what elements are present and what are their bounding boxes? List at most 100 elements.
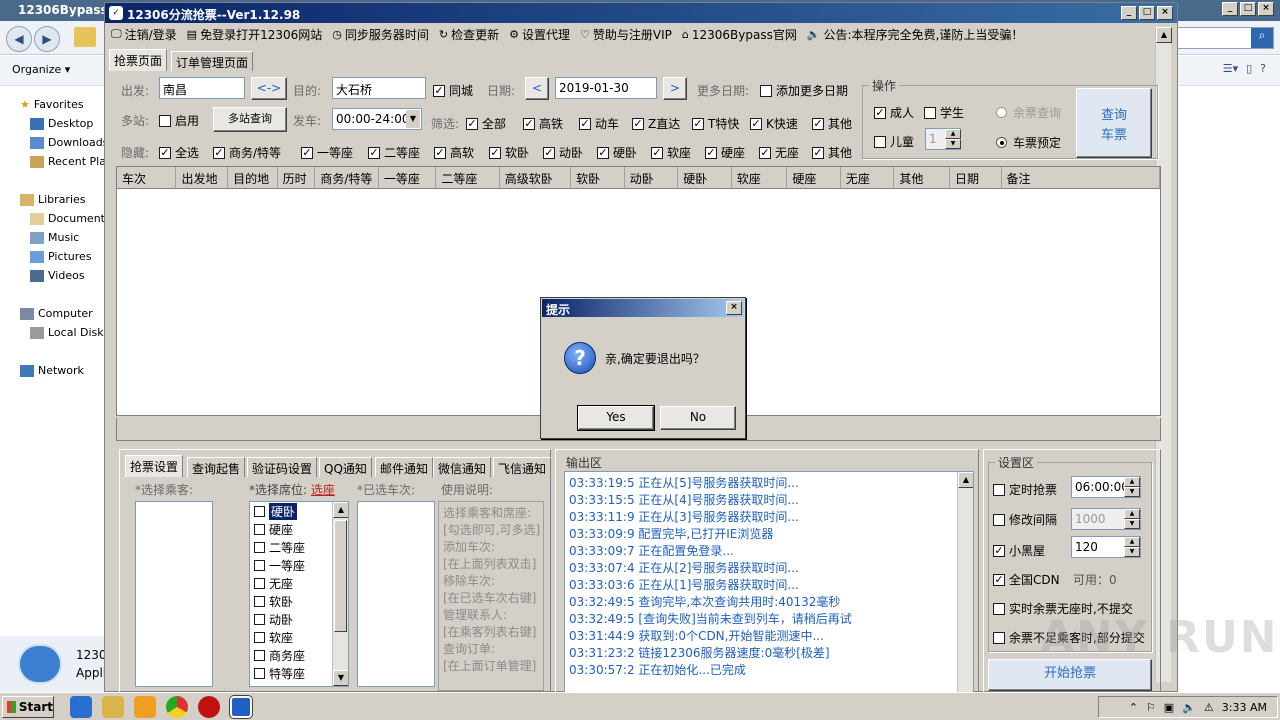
interval-checkbox[interactable]: 修改间隔 bbox=[993, 511, 1057, 528]
sidebar-item-favorites[interactable]: Favorites bbox=[34, 98, 84, 111]
checkbox-icon[interactable] bbox=[254, 613, 265, 625]
hide-business[interactable]: ✓ 商务/特等 bbox=[213, 144, 281, 161]
selected-trains-list[interactable] bbox=[357, 501, 435, 687]
spin-down-icon[interactable]: ▼ bbox=[1124, 547, 1140, 557]
back-icon[interactable]: ◀ bbox=[6, 26, 32, 52]
minimize-button[interactable]: _ bbox=[1121, 6, 1137, 20]
spin-up-icon[interactable]: ▲ bbox=[1124, 477, 1140, 487]
column-header[interactable]: 出发地 bbox=[176, 167, 229, 189]
column-header[interactable]: 软卧 bbox=[571, 167, 625, 189]
hide-yingwo[interactable]: ✓ 硬卧 bbox=[597, 144, 637, 161]
menu-notice[interactable]: 🔈 公告:本程序完全免费,谨防上当受骗！ bbox=[807, 26, 1024, 43]
flag-icon[interactable]: ⚐ bbox=[1146, 701, 1156, 714]
dialog-close-button[interactable]: × bbox=[726, 301, 742, 315]
column-header[interactable]: 硬座 bbox=[787, 167, 841, 189]
security-icon[interactable]: ⚠ bbox=[1204, 701, 1214, 714]
search-icon[interactable]: ⌕ bbox=[1251, 28, 1273, 48]
column-header[interactable]: 日期 bbox=[950, 167, 1002, 189]
timed-checkbox[interactable]: 定时抢票 bbox=[993, 481, 1057, 498]
menu-logout[interactable]: 🖵 注销/登录 bbox=[111, 26, 177, 43]
column-header[interactable]: 其他 bbox=[894, 167, 950, 189]
spin-up-icon[interactable]: ▲ bbox=[1124, 509, 1140, 519]
menu-sync-time[interactable]: ◷ 同步服务器时间 bbox=[332, 26, 429, 43]
date-input[interactable]: 2019-01-30 bbox=[555, 77, 657, 99]
column-header[interactable]: 高级软卧 bbox=[500, 167, 572, 189]
hide-other[interactable]: ✓ 其他 bbox=[812, 144, 852, 161]
forward-icon[interactable]: ▶ bbox=[34, 26, 60, 52]
child-spinner[interactable]: ▲ ▼ bbox=[945, 129, 961, 149]
blackroom-checkbox[interactable]: ✓ 小黑屋 bbox=[993, 542, 1045, 559]
help-icon[interactable]: ? bbox=[1260, 62, 1266, 75]
close-button[interactable]: × bbox=[1157, 6, 1173, 20]
maximize-button[interactable]: □ bbox=[1139, 6, 1155, 20]
column-header[interactable]: 硬卧 bbox=[678, 167, 732, 189]
filter-gaotie[interactable]: ✓ 高铁 bbox=[523, 115, 563, 132]
checkbox-icon[interactable] bbox=[254, 577, 265, 589]
column-header[interactable]: 目的地 bbox=[228, 167, 278, 189]
spin-up-icon[interactable]: ▲ bbox=[945, 129, 961, 139]
column-header[interactable]: 历时 bbox=[278, 167, 316, 189]
tab-wechat[interactable]: 微信通知 bbox=[433, 457, 492, 477]
spin-down-icon[interactable]: ▼ bbox=[1124, 487, 1140, 497]
no-button[interactable]: No bbox=[660, 406, 736, 430]
scroll-up-icon[interactable]: ▲ bbox=[333, 502, 348, 518]
checkbox-icon[interactable] bbox=[254, 649, 265, 661]
timed-spinner[interactable]: ▲ ▼ bbox=[1124, 477, 1140, 497]
multi-query-button[interactable]: 多站查询 bbox=[213, 107, 287, 132]
menu-check-update[interactable]: ↻ 检查更新 bbox=[439, 26, 499, 43]
filter-k[interactable]: ✓ K快速 bbox=[750, 115, 798, 132]
menu-proxy[interactable]: ⚙ 设置代理 bbox=[509, 26, 570, 43]
checkbox-icon[interactable] bbox=[254, 541, 265, 553]
close-button[interactable]: × bbox=[1258, 2, 1274, 16]
yes-button[interactable]: Yes bbox=[577, 405, 655, 431]
chevron-down-icon[interactable]: ▼ bbox=[406, 110, 420, 128]
hide-ruanzuo[interactable]: ✓ 软座 bbox=[651, 144, 691, 161]
hide-all[interactable]: ✓ 全选 bbox=[159, 144, 199, 161]
filter-z[interactable]: ✓ Z直达 bbox=[632, 115, 680, 132]
menu-website[interactable]: ⌂ 12306Bypass官网 bbox=[682, 26, 797, 43]
child-checkbox[interactable]: 儿童 bbox=[874, 133, 914, 150]
minimize-button[interactable]: _ bbox=[1222, 2, 1238, 16]
hide-second[interactable]: ✓ 二等座 bbox=[368, 144, 420, 161]
depart-time-select[interactable]: 00:00-24:00 ▼ bbox=[332, 108, 422, 130]
hide-yingzuo[interactable]: ✓ 硬座 bbox=[705, 144, 745, 161]
add-more-dates-checkbox[interactable]: 添加更多日期 bbox=[760, 82, 848, 99]
from-input[interactable]: 南昌 bbox=[159, 77, 245, 99]
spin-up-icon[interactable]: ▲ bbox=[1124, 537, 1140, 547]
adult-checkbox[interactable]: ✓ 成人 bbox=[874, 104, 914, 121]
prev-date-button[interactable]: < bbox=[525, 77, 549, 100]
tab-mail[interactable]: 邮件通知 bbox=[375, 457, 434, 477]
column-header[interactable]: 备注 bbox=[1002, 167, 1160, 189]
checkbox-icon[interactable] bbox=[254, 559, 265, 571]
media-player-icon[interactable] bbox=[134, 695, 156, 718]
to-input[interactable]: 大石桥 bbox=[332, 77, 426, 99]
sidebar-item-desktop[interactable]: Desktop bbox=[48, 117, 93, 130]
swap-button[interactable]: <-> bbox=[251, 77, 287, 100]
menu-open-site[interactable]: ▤ 免登录打开12306网站 bbox=[187, 26, 323, 43]
checkbox-icon[interactable] bbox=[254, 523, 265, 535]
checkbox-icon[interactable] bbox=[254, 595, 265, 607]
checkbox-icon[interactable] bbox=[254, 505, 265, 517]
scroll-up-icon[interactable]: ▲ bbox=[958, 472, 973, 488]
clock[interactable]: 3:33 AM bbox=[1222, 701, 1267, 714]
volume-icon[interactable]: 🔈 bbox=[1182, 701, 1196, 714]
same-city-checkbox[interactable]: ✓ 同城 bbox=[433, 82, 473, 99]
sidebar-item-libraries[interactable]: Libraries bbox=[38, 193, 86, 206]
column-header[interactable]: 动卧 bbox=[625, 167, 679, 189]
sidebar-item-local-disk[interactable]: Local Disk ( bbox=[48, 326, 111, 339]
filter-other[interactable]: ✓ 其他 bbox=[812, 115, 852, 132]
student-checkbox[interactable]: 学生 bbox=[924, 104, 964, 121]
log-scrollbar[interactable]: ▲ bbox=[957, 472, 973, 692]
column-header[interactable]: 车次 bbox=[117, 167, 177, 189]
organize-button[interactable]: Organize bbox=[12, 63, 61, 76]
sidebar-item-network[interactable]: Network bbox=[38, 364, 84, 377]
checkbox-icon[interactable] bbox=[254, 667, 265, 679]
tab-fetion[interactable]: 飞信通知 bbox=[493, 457, 552, 477]
tab-captcha[interactable]: 验证码设置 bbox=[247, 457, 318, 477]
view-icon[interactable]: ☰▾ bbox=[1223, 62, 1238, 75]
chrome-icon[interactable] bbox=[166, 695, 188, 718]
start-button[interactable]: Start bbox=[2, 695, 54, 718]
opera-icon[interactable] bbox=[198, 695, 220, 718]
scroll-up-icon[interactable]: ▲ bbox=[1156, 27, 1172, 43]
menu-sponsor[interactable]: ♡ 赞助与注册VIP bbox=[580, 26, 672, 43]
